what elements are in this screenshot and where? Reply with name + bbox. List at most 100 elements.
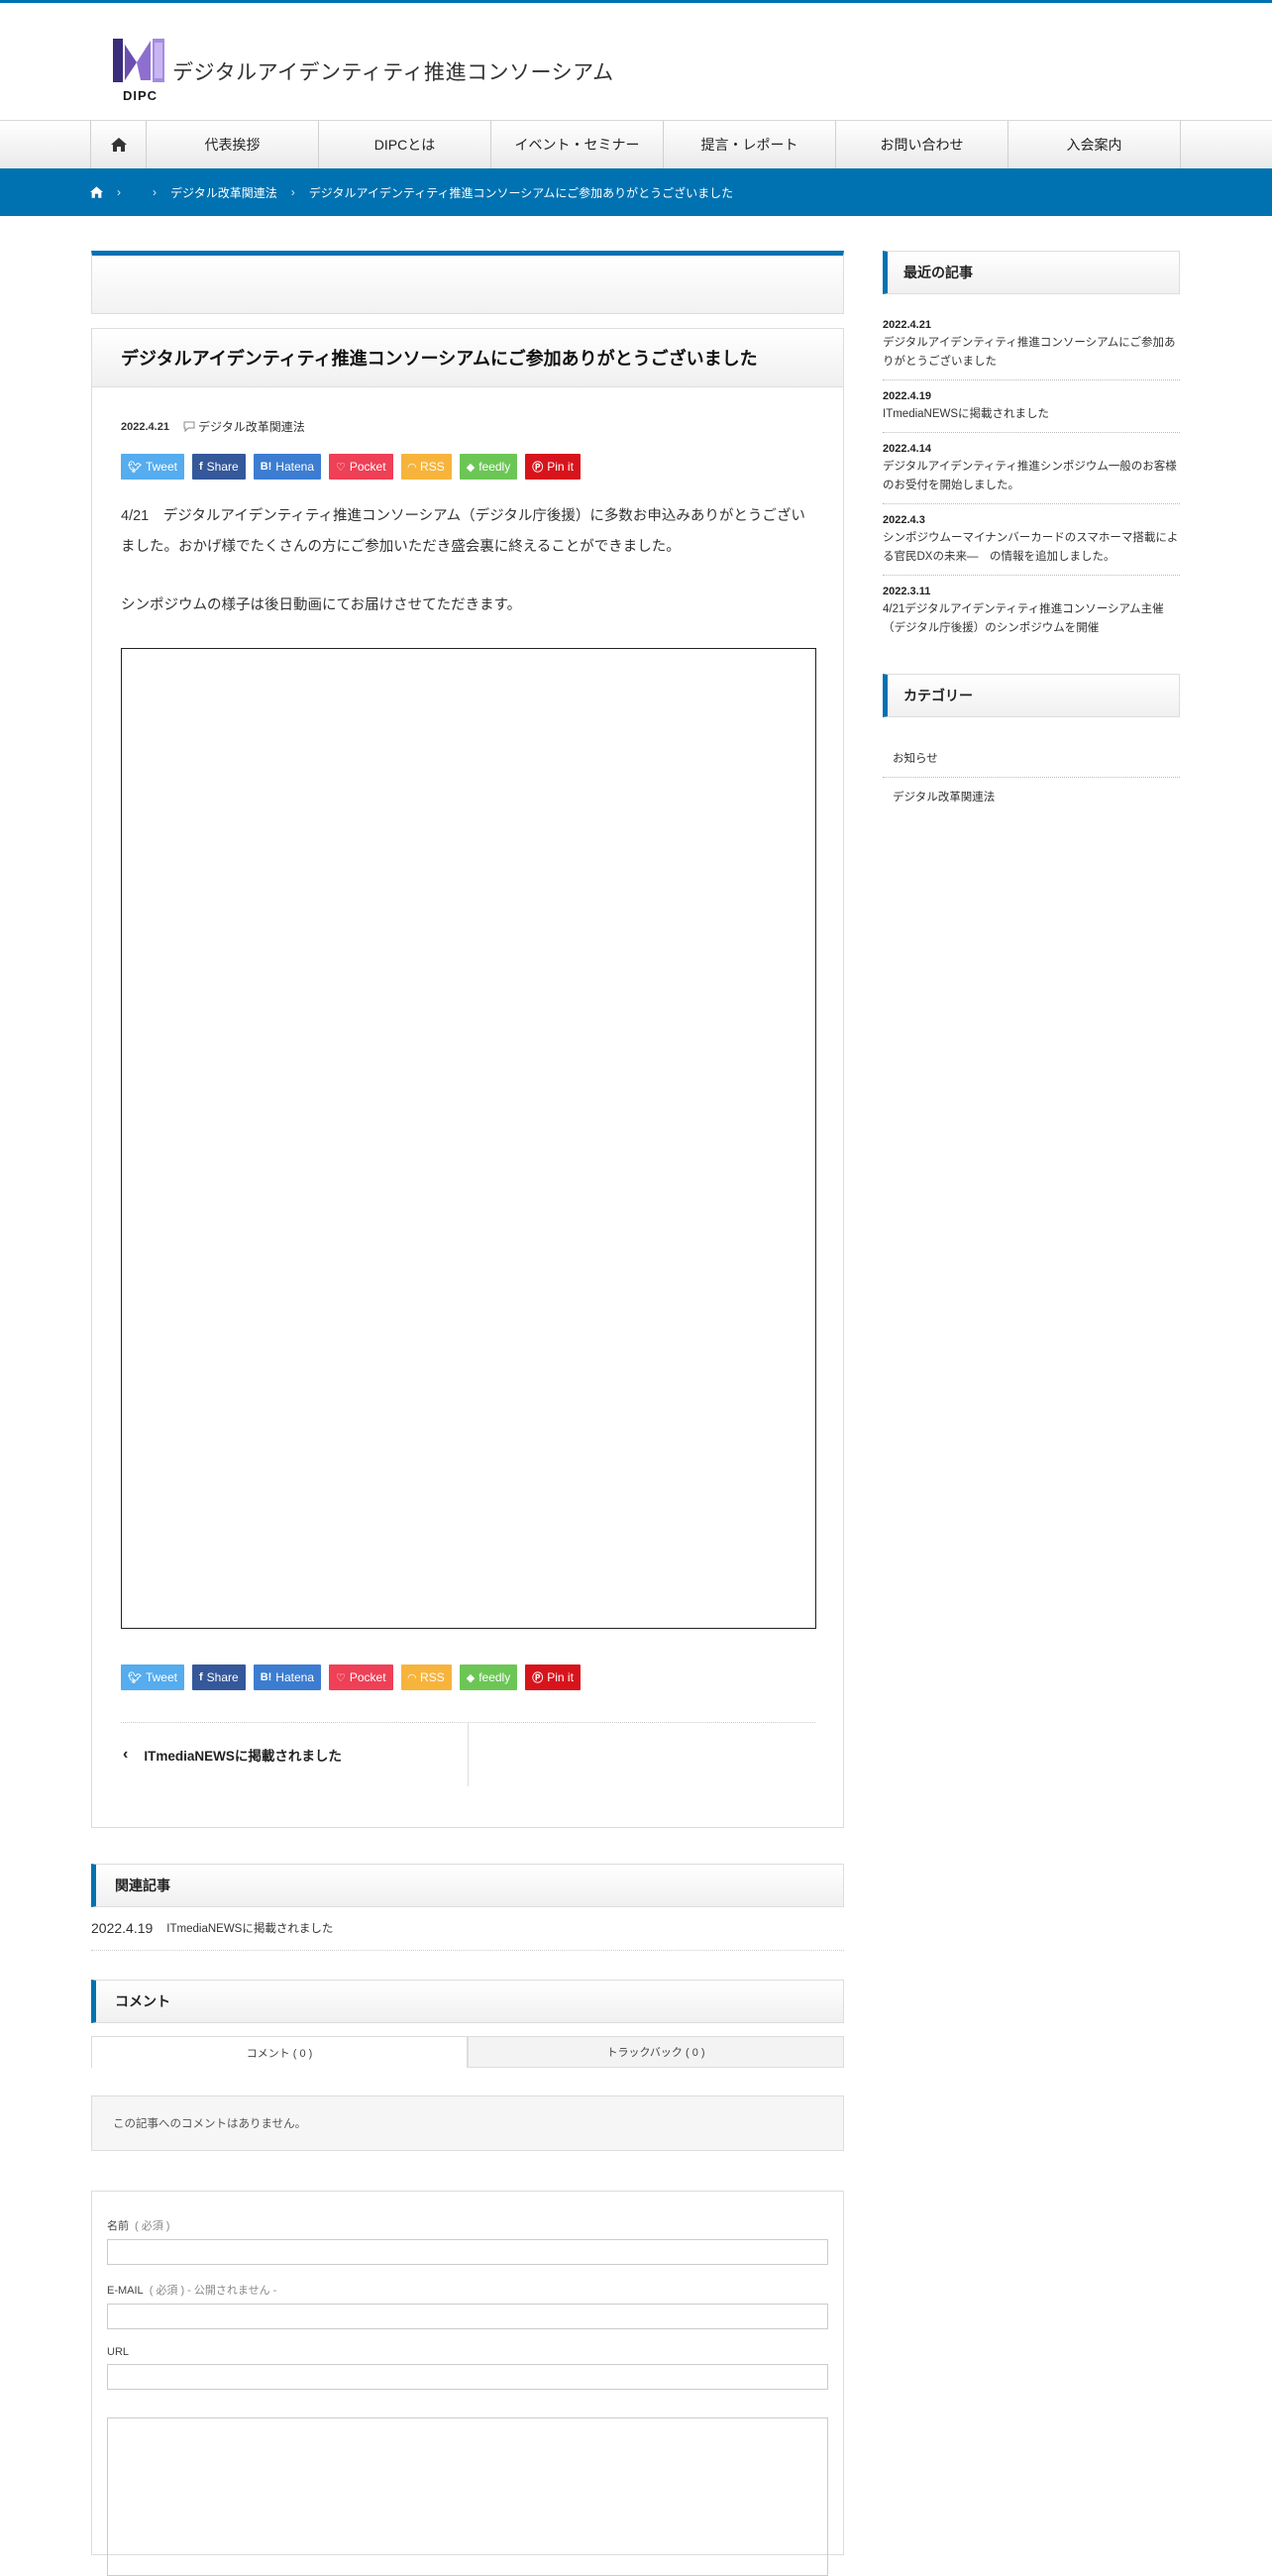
breadcrumb-current: デジタルアイデンティティ推進コンソーシアムにご参加ありがとうございました — [308, 185, 734, 200]
category-item-news[interactable]: お知らせ — [883, 739, 1180, 778]
recent-post-item[interactable]: 2022.4.21 デジタルアイデンティティ推進コンソーシアムにご参加ありがとう… — [883, 319, 1180, 380]
prev-post-title[interactable]: ITmediaNEWSに掲載されました — [144, 1745, 342, 1765]
category-list: お知らせ デジタル改革関連法 — [883, 739, 1180, 815]
name-required-note: ( 必須 ) — [135, 2220, 170, 2232]
sidebar: 最近の記事 2022.4.21 デジタルアイデンティティ推進コンソーシアムにご参… — [883, 251, 1180, 815]
name-label-text: 名前 — [107, 2220, 129, 2232]
recent-post-item[interactable]: 2022.3.11 4/21デジタルアイデンティティ推進コンソーシアム主催（デジ… — [883, 586, 1180, 646]
post-navigation: ‹ ITmediaNEWSに掲載されました — [121, 1722, 815, 1786]
name-field-label: 名前 ( 必須 ) — [107, 2217, 829, 2233]
twitter-icon: 🐦︎ — [128, 1671, 142, 1684]
breadcrumb: › › デジタル改革関連法 › デジタルアイデンティティ推進コンソーシアムにご参… — [0, 168, 1272, 216]
share-buttons-top: 🐦︎ Tweet f Share B! Hatena ♡ Pocket ◠ RSS ◆ fe… — [121, 454, 588, 480]
pocket-button[interactable]: ♡ Pocket — [329, 454, 393, 480]
url-field-label: URL — [107, 2346, 130, 2358]
pinterest-icon: Ⓟ — [532, 1672, 544, 1684]
rss-label: RSS — [420, 460, 445, 474]
twitter-icon: 🐦︎ — [128, 461, 142, 474]
nav-item-contact[interactable]: お問い合わせ — [836, 121, 1008, 168]
nav-item-greeting[interactable]: 代表挨拶 — [147, 121, 319, 168]
recent-posts-heading: 最近の記事 — [883, 251, 1180, 294]
feedly-label: feedly — [478, 1670, 511, 1684]
recent-post-item[interactable]: 2022.4.14 デジタルアイデンティティ推進シンポジウム一般のお客様のお受付… — [883, 443, 1180, 504]
nav-item-events[interactable]: イベント・セミナー — [491, 121, 664, 168]
no-comments-notice: この記事へのコメントはありません。 — [91, 2095, 844, 2151]
related-heading: 関連記事 — [91, 1864, 844, 1907]
recent-post-date: 2022.4.3 — [883, 514, 925, 526]
feedly-button[interactable]: ◆ feedly — [459, 1664, 518, 1690]
feedly-button[interactable]: ◆ feedly — [459, 454, 518, 480]
rss-button[interactable]: ◠ RSS — [400, 454, 452, 480]
site-title[interactable]: デジタルアイデンティティ推進コンソーシアム — [172, 56, 614, 86]
embedded-video-frame[interactable] — [121, 648, 816, 1629]
recent-posts-list: 2022.4.21 デジタルアイデンティティ推進コンソーシアムにご参加ありがとう… — [883, 319, 1180, 646]
tweet-label: Tweet — [145, 1670, 177, 1684]
recent-post-item[interactable]: 2022.4.3 シンポジウムーマイナンバーカードのスマホーマ搭載による官民DX… — [883, 514, 1180, 576]
rss-label: RSS — [420, 1670, 445, 1684]
hatena-button[interactable]: B! Hatena — [253, 454, 321, 480]
email-field-label: E-MAIL ( 必須 ) - 公開されません - — [107, 2282, 829, 2298]
site-logo[interactable]: DIPC デジタルアイデンティティ推進コンソーシアム — [111, 37, 614, 104]
nav-item-about[interactable]: DIPCとは — [319, 121, 491, 168]
category-item-digital-reform[interactable]: デジタル改革関連法 — [883, 778, 1180, 815]
categories-heading: カテゴリー — [883, 674, 1180, 717]
email-field[interactable] — [107, 2304, 828, 2329]
related-item-title[interactable]: ITmediaNEWSに掲載されました — [166, 1920, 333, 1936]
breadcrumb-category[interactable]: デジタル改革関連法 — [170, 184, 277, 201]
feedly-label: feedly — [478, 460, 511, 474]
hatena-button[interactable]: B! Hatena — [253, 1664, 321, 1690]
pocket-button[interactable]: ♡ Pocket — [329, 1664, 393, 1690]
nav-home[interactable] — [91, 121, 147, 168]
comments-heading: コメント — [91, 1980, 844, 2023]
rss-icon: ◠ — [407, 461, 417, 474]
comment-tabs: コメント ( 0 ) トラックバック ( 0 ) — [91, 2036, 844, 2068]
page-title-band — [91, 251, 844, 314]
name-field[interactable] — [107, 2239, 828, 2265]
nav-item-membership[interactable]: 入会案内 — [1008, 121, 1181, 168]
pocket-label: Pocket — [349, 1670, 386, 1684]
logo-mark-icon: DIPC — [111, 37, 168, 104]
email-required-note: ( 必須 ) - 公開されません - — [149, 2285, 277, 2297]
logo-abbreviation: DIPC — [123, 88, 159, 103]
related-item[interactable]: 2022.4.19 ITmediaNEWSに掲載されました — [91, 1920, 844, 1951]
recent-post-title[interactable]: 4/21デジタルアイデンティティ推進コンソーシアム主催（デジタル庁後援）のシンポ… — [883, 600, 1180, 638]
recent-post-item[interactable]: 2022.4.19 ITmediaNEWSに掲載されました — [883, 390, 1180, 433]
hatena-icon: B! — [260, 1671, 272, 1683]
breadcrumb-separator-icon: › — [290, 185, 295, 199]
breadcrumb-separator-icon: › — [153, 185, 157, 199]
post-article: デジタルアイデンティティ推進コンソーシアムにご参加ありがとうございました 202… — [91, 328, 844, 1828]
pin-label: Pin it — [547, 460, 574, 474]
url-field[interactable] — [107, 2364, 828, 2390]
post-date: 2022.4.21 — [121, 420, 169, 433]
tab-comments[interactable]: コメント ( 0 ) — [91, 2036, 468, 2068]
main-content: デジタルアイデンティティ推進コンソーシアムにご参加ありがとうございました 202… — [91, 251, 844, 2576]
recent-post-title[interactable]: シンポジウムーマイナンバーカードのスマホーマ搭載による官民DXの未来— の情報を… — [883, 529, 1180, 567]
rss-button[interactable]: ◠ RSS — [400, 1664, 452, 1690]
pinterest-button[interactable]: Ⓟ Pin it — [525, 454, 581, 480]
share-label: Share — [206, 1670, 239, 1684]
tweet-button[interactable]: 🐦︎ Tweet — [121, 454, 184, 480]
recent-post-title[interactable]: ITmediaNEWSに掲載されました — [883, 405, 1180, 424]
facebook-icon: f — [198, 461, 203, 473]
prev-post-link[interactable]: ‹ ITmediaNEWSに掲載されました — [121, 1723, 469, 1786]
recent-post-date: 2022.3.11 — [883, 586, 931, 597]
tab-trackbacks[interactable]: トラックバック ( 0 ) — [468, 2036, 844, 2068]
nav-item-reports[interactable]: 提言・レポート — [664, 121, 836, 168]
breadcrumb-home-icon[interactable] — [90, 186, 103, 198]
post-category[interactable]: デジタル改革関連法 — [183, 418, 305, 435]
facebook-share-button[interactable]: f Share — [191, 454, 246, 480]
feedly-icon: ◆ — [466, 1671, 476, 1684]
post-header: デジタルアイデンティティ推進コンソーシアムにご参加ありがとうございました — [92, 329, 843, 387]
recent-post-date: 2022.4.21 — [883, 319, 931, 331]
comment-textarea[interactable] — [107, 2417, 828, 2576]
recent-post-title[interactable]: デジタルアイデンティティ推進シンポジウム一般のお客様のお受付を開始しました。 — [883, 458, 1180, 495]
post-paragraph-1: 4/21 デジタルアイデンティティ推進コンソーシアム（デジタル庁後援）に多数お申… — [121, 508, 805, 555]
pocket-label: Pocket — [349, 460, 386, 474]
hatena-label: Hatena — [275, 1670, 314, 1684]
post-category-label[interactable]: デジタル改革関連法 — [198, 418, 305, 435]
tweet-button[interactable]: 🐦︎ Tweet — [121, 1664, 184, 1690]
facebook-share-button[interactable]: f Share — [191, 1664, 246, 1690]
recent-post-title[interactable]: デジタルアイデンティティ推進コンソーシアムにご参加ありがとうございました — [883, 334, 1180, 372]
pinterest-button[interactable]: Ⓟ Pin it — [525, 1664, 581, 1690]
post-title: デジタルアイデンティティ推進コンソーシアムにご参加ありがとうございました — [121, 349, 758, 369]
